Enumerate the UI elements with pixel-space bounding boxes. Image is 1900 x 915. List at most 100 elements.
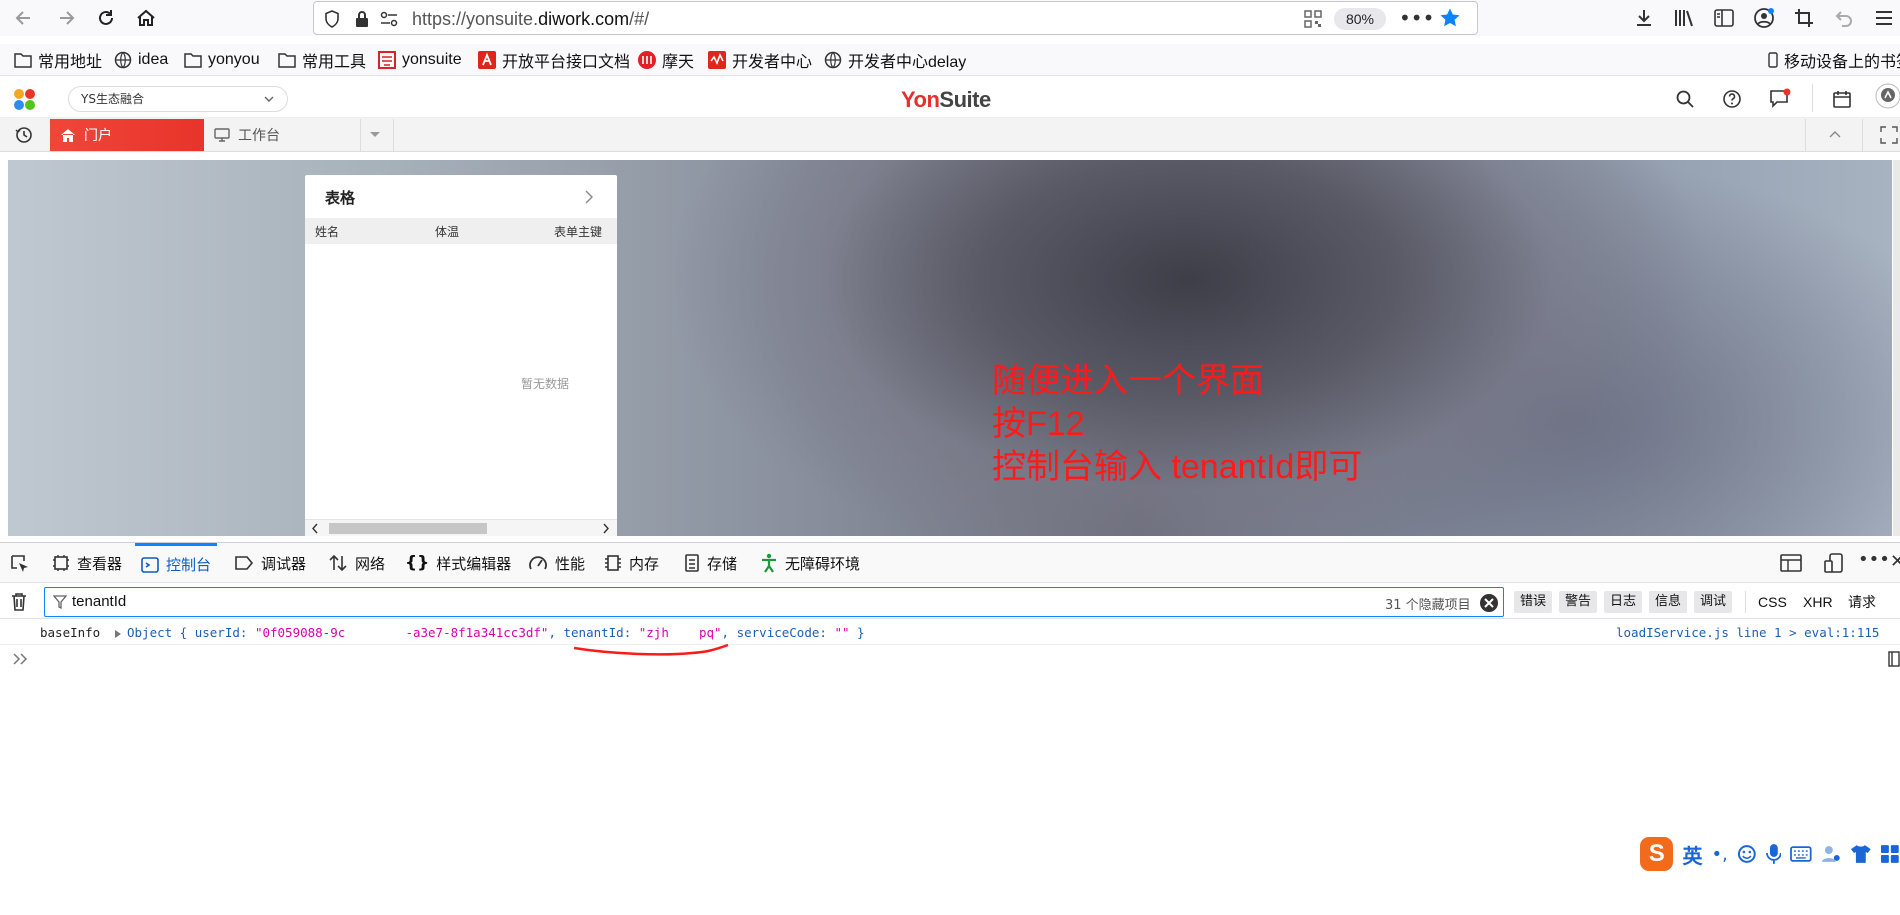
menu-icon[interactable]	[1872, 6, 1896, 30]
responsive-icon[interactable]	[1824, 553, 1844, 573]
element-picker-icon[interactable]	[10, 554, 30, 574]
tab-network[interactable]: 网络	[328, 543, 385, 583]
help-icon[interactable]	[1722, 89, 1742, 109]
tab-workbench[interactable]: 工作台	[210, 119, 358, 151]
undo-icon[interactable]	[1832, 6, 1856, 30]
scroll-right-icon[interactable]	[602, 523, 610, 534]
column-header: 体温	[435, 225, 460, 239]
sidebar-icon[interactable]	[1712, 6, 1736, 30]
filter-errors-button[interactable]: 错误	[1514, 591, 1553, 613]
red-underline-mark	[573, 644, 729, 656]
tab-performance[interactable]: 性能	[528, 543, 585, 583]
scrollbar-thumb[interactable]	[329, 523, 487, 534]
reload-icon[interactable]	[94, 6, 118, 30]
search-icon[interactable]	[1675, 89, 1695, 109]
close-icon[interactable]: ✕	[1890, 551, 1900, 572]
zoom-level-badge[interactable]: 80%	[1334, 8, 1386, 30]
sogou-logo-icon[interactable]: S	[1640, 837, 1674, 871]
page-actions-icon[interactable]: •••	[1399, 6, 1434, 30]
url-bar[interactable]: https://yonsuite.diwork.com/#/ 80% •••	[313, 1, 1478, 35]
bookmark-item[interactable]: idea	[114, 49, 168, 71]
emoji-icon[interactable]	[1737, 844, 1757, 864]
motian-icon	[638, 51, 656, 69]
expand-triangle-icon[interactable]	[114, 629, 122, 639]
library-icon[interactable]	[1672, 6, 1696, 30]
tab-divider	[1862, 119, 1863, 151]
filter-debug-button[interactable]: 调试	[1694, 591, 1733, 613]
download-icon[interactable]	[1632, 6, 1656, 30]
monitor-icon	[214, 128, 230, 142]
bookmark-item[interactable]: yonsuite	[378, 49, 462, 71]
console-filter-input[interactable]: tenantId 31 个隐藏项目	[44, 587, 1504, 617]
filter-xhr-button[interactable]: XHR	[1803, 591, 1833, 613]
history-icon[interactable]	[15, 126, 33, 144]
log-source-link[interactable]: loadIService.js line 1 > eval:1:115	[1616, 625, 1879, 640]
log-object[interactable]: Object { userId: "0f059088-9c -a3e7-8f1a…	[127, 625, 865, 640]
bookmark-item[interactable]: 开发者中心delay	[824, 49, 966, 71]
split-console-icon[interactable]	[1888, 651, 1900, 667]
back-icon[interactable]	[12, 6, 36, 30]
tab-portal[interactable]: 门户	[50, 119, 204, 151]
dock-icon[interactable]	[1780, 554, 1802, 572]
braces-icon: {}	[405, 553, 430, 573]
tab-storage[interactable]: 存储	[684, 543, 737, 583]
collapse-up-icon[interactable]	[1828, 129, 1842, 141]
bookmark-item[interactable]: 摩天	[638, 49, 694, 71]
bookmark-star-icon[interactable]	[1439, 7, 1461, 29]
console-log-row[interactable]: baseInfo Object { userId: "0f059088-9c -…	[0, 621, 1900, 645]
trash-icon[interactable]	[10, 592, 28, 612]
shield-icon[interactable]	[324, 10, 340, 28]
url-text[interactable]: https://yonsuite.diwork.com/#/	[412, 9, 649, 30]
tab-accessibility[interactable]: 无障碍环境	[760, 543, 860, 583]
ime-language[interactable]: 英	[1682, 840, 1702, 869]
lock-icon[interactable]	[354, 10, 370, 28]
microphone-icon[interactable]	[1765, 843, 1782, 865]
clear-filter-icon[interactable]	[1479, 593, 1499, 613]
bookmark-item[interactable]: 常用工具	[278, 49, 366, 71]
crop-icon[interactable]	[1792, 6, 1816, 30]
scroll-left-icon[interactable]	[311, 523, 319, 534]
account-icon[interactable]	[1752, 6, 1776, 30]
forward-icon[interactable]	[54, 6, 78, 30]
vertical-scrollbar[interactable]	[1893, 160, 1900, 536]
mobile-bookmarks[interactable]: 移动设备上的书签	[1768, 49, 1900, 71]
filter-requests-button[interactable]: 请求	[1848, 591, 1876, 613]
skin-icon[interactable]	[1850, 844, 1872, 864]
app-logo-icon[interactable]	[12, 88, 40, 112]
chevron-right-icon[interactable]	[583, 189, 595, 205]
message-icon[interactable]	[1769, 88, 1791, 110]
more-options-icon[interactable]: •••	[1858, 549, 1890, 570]
calendar-icon[interactable]	[1832, 89, 1852, 109]
keyboard-icon[interactable]	[1790, 846, 1812, 862]
home-icon[interactable]	[134, 6, 158, 30]
tab-divider	[393, 119, 394, 151]
filter-info-button[interactable]: 信息	[1649, 591, 1688, 613]
bookmark-item[interactable]: 常用地址	[14, 49, 102, 71]
bookmark-item[interactable]: 开发者中心	[708, 49, 812, 71]
caret-down-icon[interactable]	[368, 130, 382, 140]
tab-inspector[interactable]: 查看器	[52, 543, 122, 583]
console-prompt-icon[interactable]	[12, 651, 30, 667]
bookmark-item[interactable]: yonyou	[184, 49, 260, 71]
horizontal-scrollbar[interactable]	[305, 519, 617, 536]
tab-console[interactable]: 控制台	[135, 543, 218, 583]
org-select[interactable]: YS生态融合	[68, 86, 288, 112]
filter-warnings-button[interactable]: 警告	[1559, 591, 1598, 613]
punctuation-icon[interactable]: •,	[1711, 844, 1727, 865]
tab-debugger[interactable]: 调试器	[234, 543, 306, 583]
permissions-icon[interactable]	[380, 11, 398, 27]
inspector-icon	[53, 555, 69, 571]
fullscreen-icon[interactable]	[1880, 126, 1898, 144]
qr-code-icon[interactable]	[1304, 10, 1322, 28]
filter-css-button[interactable]: CSS	[1758, 591, 1787, 613]
devcenter-icon	[708, 51, 726, 69]
tab-memory[interactable]: 内存	[604, 543, 659, 583]
user-settings-icon[interactable]	[1821, 844, 1841, 864]
folder-icon	[278, 53, 296, 68]
filter-logs-button[interactable]: 日志	[1604, 591, 1643, 613]
bookmark-item[interactable]: 开放平台接口文档	[478, 49, 630, 71]
console-filter-row: tenantId 31 个隐藏项目 错误 警告 日志 信息 调试 CSS XHR…	[0, 585, 1900, 619]
tab-style-editor[interactable]: {} 样式编辑器	[405, 543, 511, 583]
avatar[interactable]	[1874, 82, 1900, 112]
toolbox-icon[interactable]	[1880, 844, 1900, 864]
